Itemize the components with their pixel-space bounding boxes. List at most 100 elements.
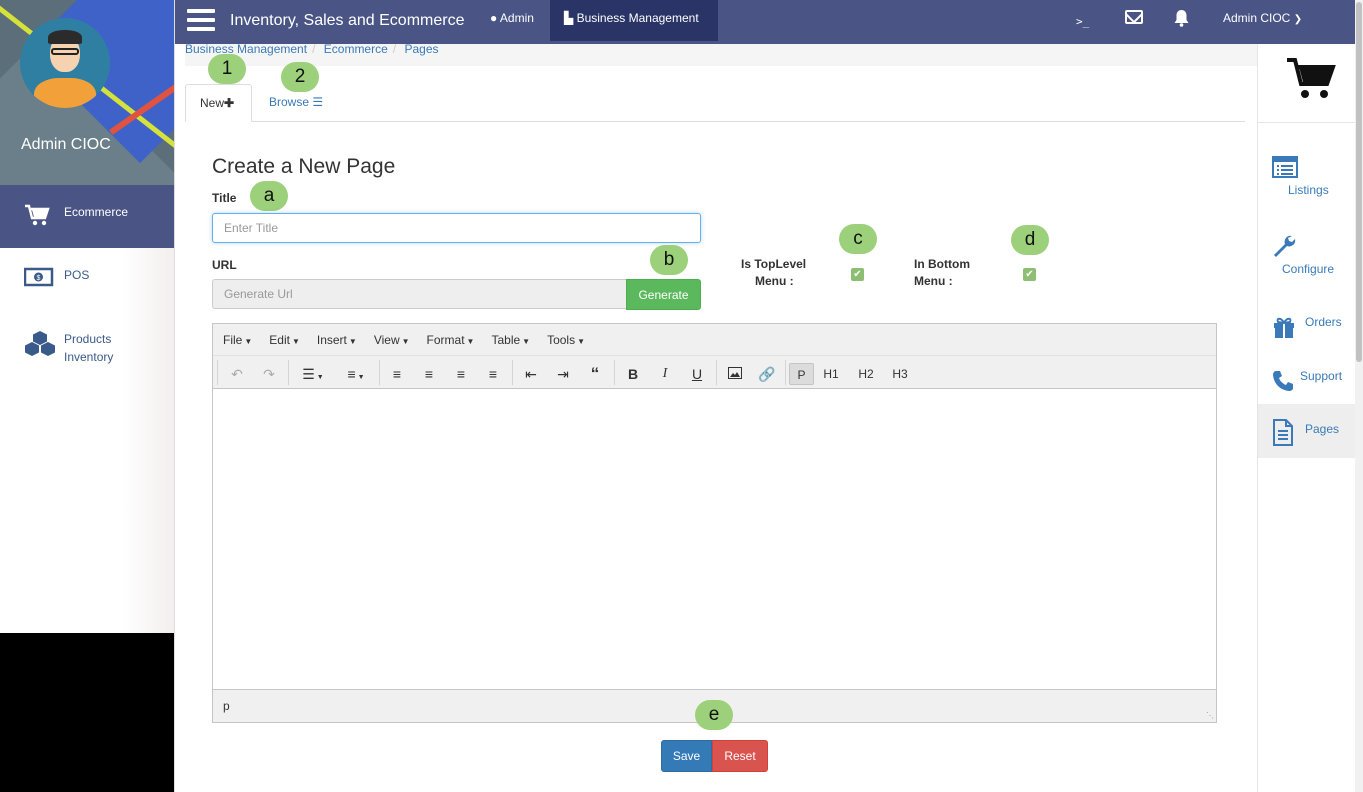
profile-name: Admin CIOC [21, 136, 111, 153]
editor-content-area[interactable] [213, 390, 1216, 689]
user-menu[interactable]: Admin CIOC ❯ [1223, 11, 1302, 25]
label-line: Menu : [755, 274, 794, 288]
mail-icon[interactable] [1125, 10, 1143, 24]
sidebar-item-products-inventory[interactable]: Products Inventory [0, 312, 174, 372]
breadcrumb: Business Management / Ecommerce / Pages [185, 42, 1267, 66]
menu-format[interactable]: Format ▼ [427, 333, 475, 347]
chevron-down-icon: ❯ [1293, 14, 1303, 25]
avatar[interactable] [20, 18, 110, 108]
right-sidebar-item-pages[interactable]: Pages [1258, 404, 1356, 458]
menu-edit[interactable]: Edit ▼ [269, 333, 300, 347]
resize-handle-icon[interactable]: ⋱ [1206, 711, 1214, 720]
indent-icon[interactable]: ⇥ [553, 363, 573, 385]
nav-business-label: Business Management [576, 11, 699, 25]
industry-icon: ▙ [564, 11, 574, 25]
block-format-h3[interactable]: H3 [889, 363, 911, 385]
right-sidebar-label: Support [1300, 369, 1343, 383]
label-line: Is TopLevel [741, 257, 807, 271]
hamburger-menu-icon[interactable] [187, 9, 215, 33]
menu-insert[interactable]: Insert ▼ [317, 333, 357, 347]
bottom-menu-label: In Bottom Menu : [914, 256, 970, 290]
profile-banner: Admin CIOC [0, 0, 174, 185]
editor-menubar: File ▼ Edit ▼ Insert ▼ View ▼ Format ▼ Table ▼… [213, 324, 1216, 356]
right-sidebar-item-support[interactable]: Support [1258, 366, 1356, 396]
toplevel-menu-label: Is TopLevel Menu : [741, 256, 806, 290]
bottom-menu-checkbox[interactable]: ✔ [1023, 268, 1036, 281]
svg-text:$: $ [37, 275, 41, 282]
menu-label: Insert [316, 332, 347, 347]
align-right-icon[interactable]: ≡ [451, 363, 471, 385]
page-title: Create a New Page [212, 155, 396, 178]
link-icon[interactable]: 🔗 [757, 363, 777, 385]
breadcrumb-link[interactable]: Ecommerce [324, 42, 388, 56]
outdent-icon[interactable]: ⇤ [521, 363, 541, 385]
top-navbar: Inventory, Sales and Ecommerce ● Admin ▙… [175, 0, 1355, 44]
save-button[interactable]: Save [661, 740, 712, 772]
breadcrumb-current[interactable]: Pages [404, 42, 438, 56]
annotation-badge: b [650, 245, 688, 275]
italic-icon[interactable]: I [655, 363, 675, 385]
toplevel-menu-checkbox[interactable]: ✔ [851, 268, 864, 281]
right-sidebar-label: Orders [1305, 315, 1342, 329]
sidebar-item-label: POS [64, 268, 90, 282]
terminal-icon[interactable]: >_ [1076, 15, 1089, 28]
right-sidebar-item-orders[interactable]: Orders [1258, 312, 1356, 342]
sidebar-item-pos[interactable]: $ POS [0, 248, 174, 308]
title-input[interactable] [212, 213, 701, 243]
element-path[interactable]: p [223, 699, 230, 713]
generate-button[interactable]: Generate [626, 279, 701, 310]
align-center-icon[interactable]: ≡ [419, 363, 439, 385]
phone-icon [1272, 370, 1294, 395]
redo-icon[interactable]: ↷ [259, 363, 279, 385]
right-sidebar-item-configure[interactable]: Configure [1258, 234, 1356, 278]
label-line: Menu : [914, 274, 953, 288]
undo-icon[interactable]: ↶ [227, 363, 247, 385]
image-icon[interactable] [725, 363, 745, 385]
nav-admin-link[interactable]: ● Admin [490, 11, 534, 25]
breadcrumb-link[interactable]: Business Management [185, 42, 307, 56]
sidebar-item-label: Products Inventory [64, 332, 114, 364]
nav-business-management-link[interactable]: ▙ Business Management [550, 0, 718, 41]
menu-file[interactable]: File ▼ [223, 333, 252, 347]
page-scrollbar[interactable] [1355, 0, 1363, 792]
menu-table[interactable]: Table ▼ [491, 333, 530, 347]
sidebar-dark-strip [0, 633, 174, 792]
tab-new[interactable]: New✚ [185, 84, 252, 122]
block-format-p[interactable]: P [789, 363, 814, 385]
menu-view[interactable]: View ▼ [374, 333, 410, 347]
right-sidebar-label: Listings [1288, 183, 1329, 197]
cart-icon [24, 203, 56, 227]
bell-icon[interactable] [1173, 9, 1190, 32]
tab-label: New [200, 96, 225, 110]
annotation-badge: 1 [208, 54, 246, 84]
gift-icon [1272, 316, 1296, 341]
annotation-badge: a [250, 181, 288, 211]
sidebar-item-ecommerce[interactable]: Ecommerce [0, 185, 174, 248]
bullet-list-icon[interactable]: ☰ ▼ [296, 363, 330, 385]
underline-icon[interactable]: U [687, 363, 707, 385]
cubes-icon [24, 330, 56, 356]
editor-toolbar: ↶ ↷ ☰ ▼ ≡ ▼ ≡ ≡ ≡ ≡ ⇤ ⇥ “ B I U 🔗 P H1 H… [213, 356, 1216, 389]
menu-tools[interactable]: Tools ▼ [547, 333, 585, 347]
url-input[interactable] [212, 279, 627, 309]
align-left-icon[interactable]: ≡ [387, 363, 407, 385]
annotation-badge: 2 [281, 62, 319, 92]
money-icon: $ [23, 266, 56, 290]
tab-bar: New✚ Browse ☰ [185, 84, 1245, 122]
plus-icon: ✚ [224, 96, 235, 110]
menu-label: Tools [547, 332, 576, 347]
block-format-h1[interactable]: H1 [820, 363, 842, 385]
reset-button[interactable]: Reset [712, 740, 768, 772]
right-sidebar: Listings Configure Orders Support Pages [1257, 44, 1356, 792]
bold-icon[interactable]: B [623, 363, 643, 385]
right-sidebar-item-listings[interactable]: Listings [1258, 156, 1356, 200]
rich-text-editor: File ▼ Edit ▼ Insert ▼ View ▼ Format ▼ Table ▼… [212, 323, 1217, 723]
right-sidebar-label: Configure [1282, 262, 1335, 276]
align-justify-icon[interactable]: ≡ [483, 363, 503, 385]
wrench-icon [1272, 234, 1296, 261]
block-format-h2[interactable]: H2 [855, 363, 877, 385]
left-sidebar: Admin CIOC Ecommerce $ POS Products Inve… [0, 0, 175, 792]
blockquote-icon[interactable]: “ [585, 363, 605, 385]
numbered-list-icon[interactable]: ≡ ▼ [339, 363, 373, 385]
label-line: In Bottom [914, 257, 970, 271]
